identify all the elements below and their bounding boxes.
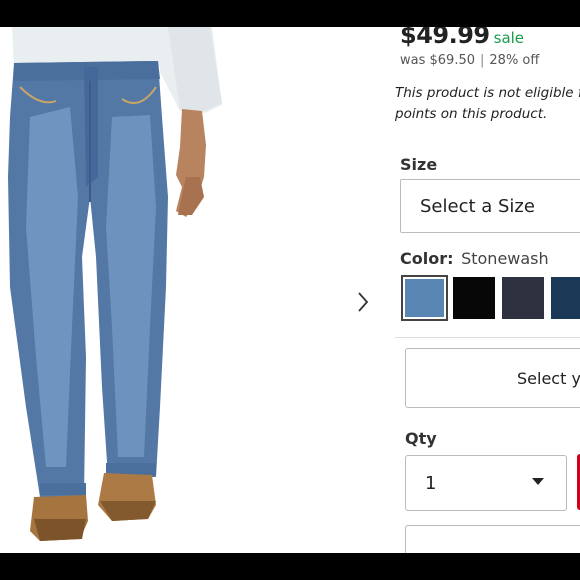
selected-color: Stonewash [461, 249, 549, 268]
original-price-row: was $69.50 | 28% off [400, 53, 539, 68]
size-label: Size [400, 155, 438, 174]
product-details: $49.99 sale was $69.50 | 28% off This produ… [395, 27, 580, 553]
color-label: Color: [400, 249, 454, 268]
sale-price: $49.99 [400, 27, 490, 49]
product-image[interactable] [0, 27, 380, 553]
qty-label: Qty [405, 429, 437, 448]
divider [395, 337, 580, 338]
lower-action-box[interactable] [405, 525, 580, 553]
qty-value: 1 [425, 472, 437, 494]
color-swatch-dark-gray[interactable] [502, 277, 544, 319]
price-row: $49.99 sale [400, 27, 524, 49]
select-store-label: Select y [517, 368, 580, 388]
color-label-row: Color: Stonewash [400, 249, 549, 268]
was-label: was [400, 53, 426, 68]
size-select[interactable]: Select a Size [400, 179, 580, 233]
qty-select[interactable]: 1 [405, 455, 567, 511]
chevron-right-icon [358, 292, 369, 312]
color-swatch-navy[interactable] [551, 277, 580, 319]
select-store-button[interactable]: Select y [405, 348, 580, 408]
size-select-value: Select a Size [420, 195, 535, 217]
price-separator: | [480, 53, 485, 68]
discount-label: 28% off [489, 53, 540, 68]
notice-line-1: This product is not eligible for [395, 85, 580, 101]
next-image-button[interactable] [356, 291, 380, 323]
jeans-model-photo [8, 27, 222, 541]
color-swatch-stonewash[interactable] [401, 275, 448, 321]
screen: $49.99 sale was $69.50 | 28% off This produ… [0, 27, 580, 553]
notice-line-2: points on this product. [395, 106, 548, 122]
caret-down-icon [532, 478, 544, 485]
color-swatch-black[interactable] [453, 277, 495, 319]
swatch-fill [405, 279, 444, 317]
points-notice: This product is not eligible for points … [395, 83, 580, 125]
sale-label: sale [493, 29, 525, 47]
was-price: $69.50 [429, 53, 476, 68]
